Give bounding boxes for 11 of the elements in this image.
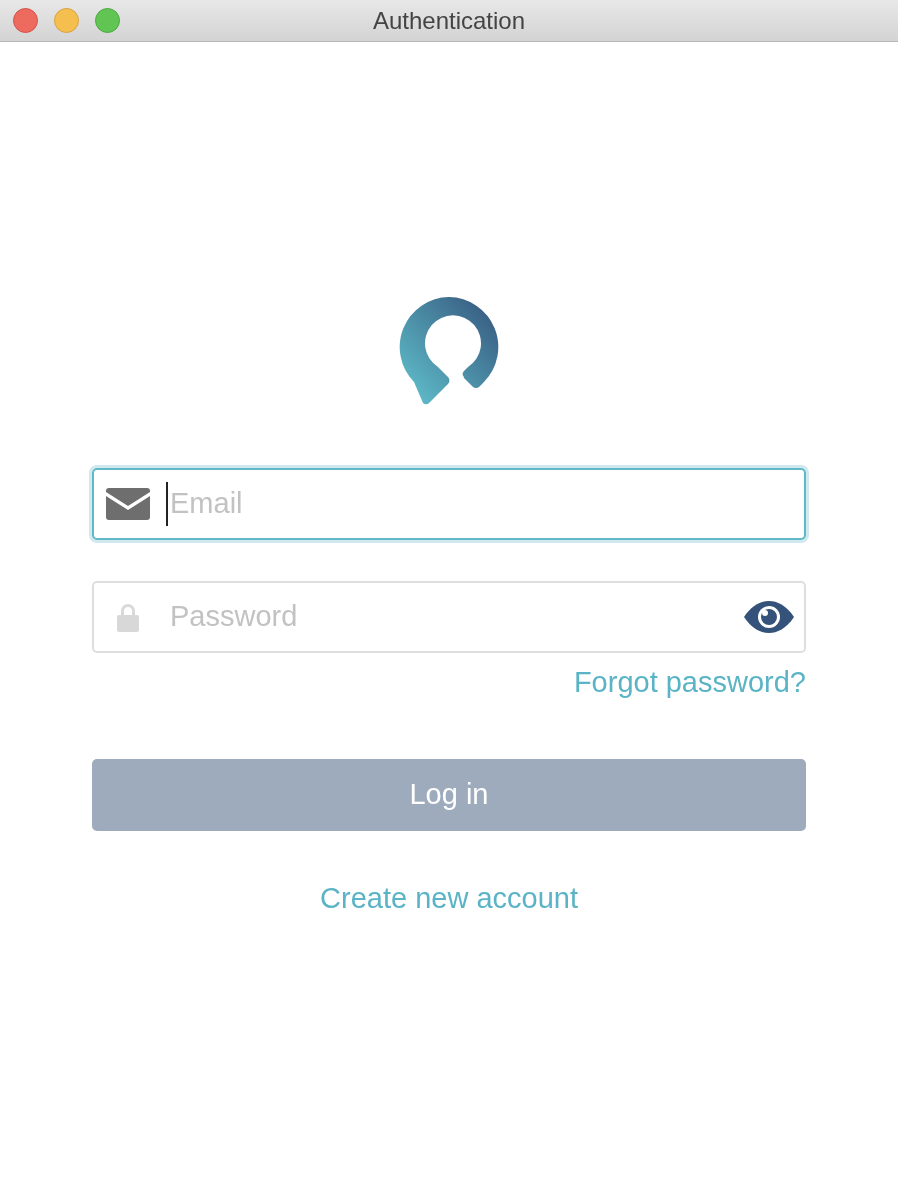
email-field[interactable]: Email (92, 468, 806, 540)
create-account-link[interactable]: Create new account (320, 876, 578, 920)
maximize-icon[interactable] (95, 8, 120, 33)
lock-icon (115, 602, 141, 632)
mail-icon (106, 488, 150, 520)
eye-icon[interactable] (744, 601, 794, 633)
close-icon[interactable] (13, 8, 38, 33)
window-title: Authentication (372, 5, 526, 36)
minimize-icon[interactable] (54, 8, 79, 33)
forgot-password-link[interactable]: Forgot password? (573, 661, 806, 705)
password-field[interactable]: Password (92, 581, 806, 653)
